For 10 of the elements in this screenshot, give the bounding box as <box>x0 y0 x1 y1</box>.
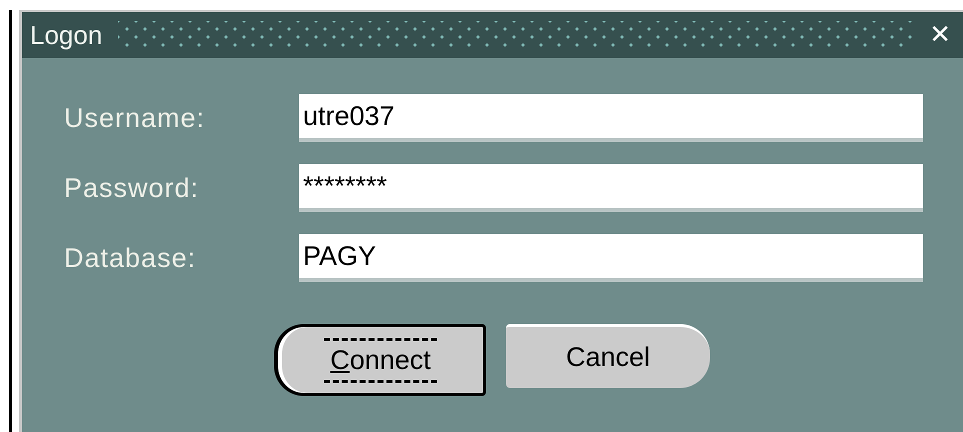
close-button[interactable]: ✕ <box>929 22 951 48</box>
cancel-button[interactable]: Cancel <box>506 324 710 388</box>
input-field[interactable]: PAGY <box>299 234 923 282</box>
window-title: Logon <box>30 20 102 50</box>
field-label: Password: <box>64 172 200 204</box>
input-field[interactable]: utre037 <box>299 94 923 142</box>
field-label: Username: <box>64 102 206 134</box>
connect-button[interactable]: Connect <box>274 324 486 396</box>
input-field[interactable]: ******** <box>299 164 923 212</box>
field-label: Database: <box>64 242 198 274</box>
